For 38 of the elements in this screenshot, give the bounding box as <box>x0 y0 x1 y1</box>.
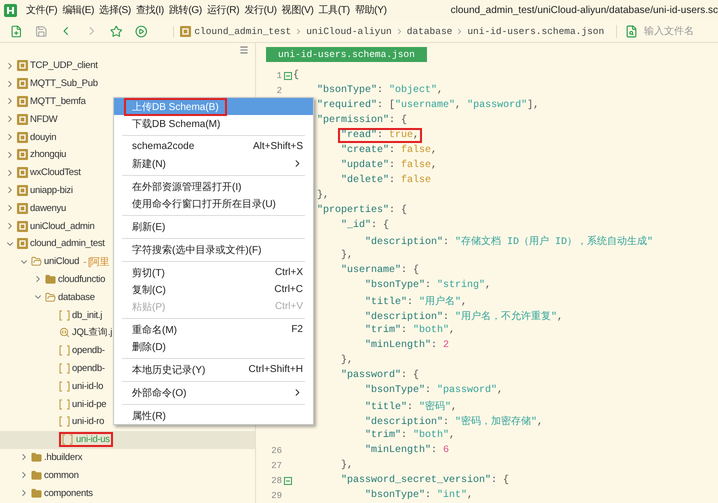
annotation-box: "read": true, <box>338 128 422 143</box>
line-number: 29 <box>270 490 282 500</box>
code-line: }, <box>341 250 354 261</box>
code-line: }, <box>341 355 354 366</box>
line-number: 27 <box>270 460 282 470</box>
line-number: 28 <box>270 476 282 486</box>
code-line: "properties": { <box>317 205 408 216</box>
code-line: { <box>293 70 300 81</box>
code-line: "bsonType": "object", <box>317 85 444 96</box>
annotation-box: uni-id-us <box>59 432 113 448</box>
code-line: "permission": { <box>317 115 408 126</box>
window-title: clound_admin_test/uniCloud-aliyun/database/uni-id-users.sc <box>450 4 718 16</box>
code-line: "username": { <box>341 265 420 276</box>
code-line: }, <box>317 190 330 201</box>
line-number: 26 <box>270 446 282 456</box>
code-line: "bsonType": "password", <box>365 385 504 396</box>
code-line: "password": { <box>341 370 420 381</box>
code-line: "delete": false <box>341 175 432 186</box>
code-line: "bsonType": "string", <box>365 280 492 291</box>
code-line: "password_secret_version": { <box>341 475 510 486</box>
code-line: "description": "用户名，不允许重复", <box>365 310 564 322</box>
code-line: "title": "密码", <box>365 400 458 412</box>
code-line: "trim": "both", <box>365 430 456 441</box>
code-line: "minLength": 6 <box>365 445 450 456</box>
code-line: "required": ["username", "password"], <box>317 100 540 111</box>
code-line: "bsonType": "int", <box>365 490 474 501</box>
code-line: "description": "密码，加密存储", <box>365 414 544 428</box>
code-line: "update": false, <box>341 160 438 171</box>
code-line: "title": "用户名", <box>365 294 468 308</box>
line-number: 1 <box>276 70 282 80</box>
code-line: "trim": "both", <box>365 325 456 336</box>
annotation-box: 上传DB Schema(B) <box>124 98 227 116</box>
code-line: "_id": { <box>341 220 390 231</box>
line-number: 2 <box>276 86 282 96</box>
code-line: "minLength": 2 <box>365 340 450 351</box>
code-line: "description": "存储文档 ID（用户 ID），系统自动生成" <box>365 234 654 248</box>
code-line: "create": false, <box>341 145 438 156</box>
code-line: }, <box>341 460 354 471</box>
